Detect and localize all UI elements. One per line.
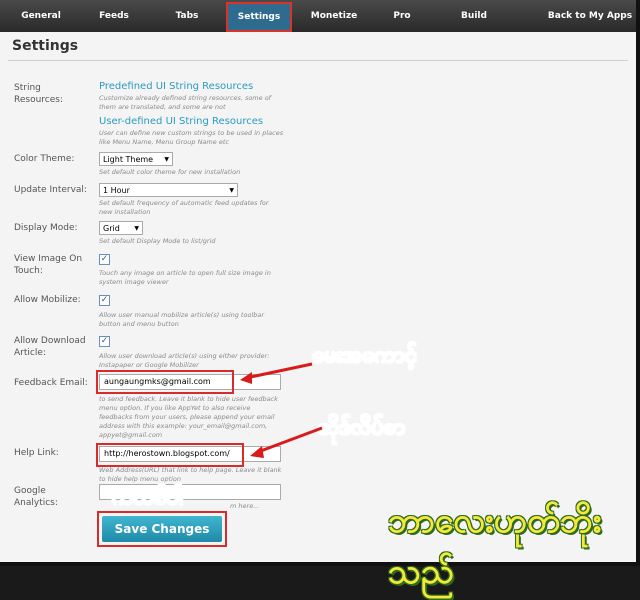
google-analytics-hint: m here... (230, 502, 260, 510)
tab-monetize[interactable]: Monetize (304, 0, 364, 32)
userdefined-strings-hint: User can define new custom strings to be… (99, 129, 284, 146)
display-mode-select[interactable]: Grid ▼ (99, 221, 143, 235)
display-mode-label: Display Mode: (14, 223, 78, 233)
credit-watermark: ဘာလေးဟုတ်ဘိုးသည် (388, 501, 602, 592)
allow-mobilize-checkbox[interactable]: ✓ (99, 295, 110, 306)
highlight-box (96, 370, 234, 394)
top-nav: General Feeds Tabs Settings Monetize Pro… (0, 0, 636, 32)
update-interval-value: 1 Hour (103, 186, 130, 195)
highlight-box (97, 511, 227, 547)
display-mode-value: Grid (103, 224, 120, 233)
help-link-label: Help Link: (14, 448, 59, 458)
page-title: Settings (12, 38, 79, 54)
view-image-label: View Image On Touch: (14, 254, 83, 276)
update-interval-label: Update Interval: (14, 185, 87, 195)
annotation-email: မေးအကောင့် (311, 343, 418, 369)
color-theme-label: Color Theme: (14, 154, 75, 164)
tab-feeds[interactable]: Feeds (86, 0, 142, 32)
annotation-link: ဆိုဒ်လိပ်စာ (317, 415, 406, 441)
highlight-box (96, 443, 244, 467)
tab-pro[interactable]: Pro (380, 0, 424, 32)
tab-general[interactable]: General (10, 0, 72, 32)
view-image-hint: Touch any image on article to open full … (99, 269, 271, 286)
app-frame: General Feeds Tabs Settings Monetize Pro… (0, 0, 640, 592)
chevron-down-icon: ▼ (134, 225, 139, 232)
arrow-icon (250, 426, 323, 458)
update-interval-hint: Set default frequency of automatic feed … (99, 199, 269, 216)
annotation-save: ကလစ်ပါ (112, 485, 184, 511)
arrow-icon (240, 362, 313, 384)
chevron-down-icon: ▼ (229, 187, 234, 194)
userdefined-strings-link[interactable]: User-defined UI String Resources (99, 116, 263, 127)
view-image-checkbox[interactable]: ✓ (99, 254, 110, 265)
allow-download-label: Allow Download Article: (14, 336, 86, 358)
allow-download-checkbox[interactable]: ✓ (99, 336, 110, 347)
google-analytics-label: Google Analytics: (14, 486, 58, 508)
display-mode-hint: Set default Display Mode to list/grid (99, 237, 216, 245)
allow-mobilize-label: Allow Mobilize: (14, 295, 81, 305)
tab-build[interactable]: Build (448, 0, 500, 32)
feedback-email-label: Feedback Email: (14, 378, 88, 388)
allow-mobilize-hint: Allow user manual mobilize article(s) us… (99, 311, 265, 328)
update-interval-select[interactable]: 1 Hour ▼ (99, 183, 238, 197)
color-theme-select[interactable]: Light Theme ▼ (99, 152, 173, 166)
color-theme-hint: Set default color theme for new installa… (99, 168, 241, 176)
tab-back-to-my-apps[interactable]: Back to My Apps (546, 0, 634, 32)
divider (8, 60, 628, 61)
predefined-strings-hint: Customize already defined string resourc… (99, 94, 271, 111)
chevron-down-icon: ▼ (164, 156, 169, 163)
predefined-strings-link[interactable]: Predefined UI String Resources (99, 81, 253, 92)
string-resources-label: String Resources: (14, 83, 63, 105)
color-theme-value: Light Theme (103, 155, 154, 164)
tab-settings[interactable]: Settings (226, 2, 292, 32)
tab-tabs[interactable]: Tabs (160, 0, 214, 32)
